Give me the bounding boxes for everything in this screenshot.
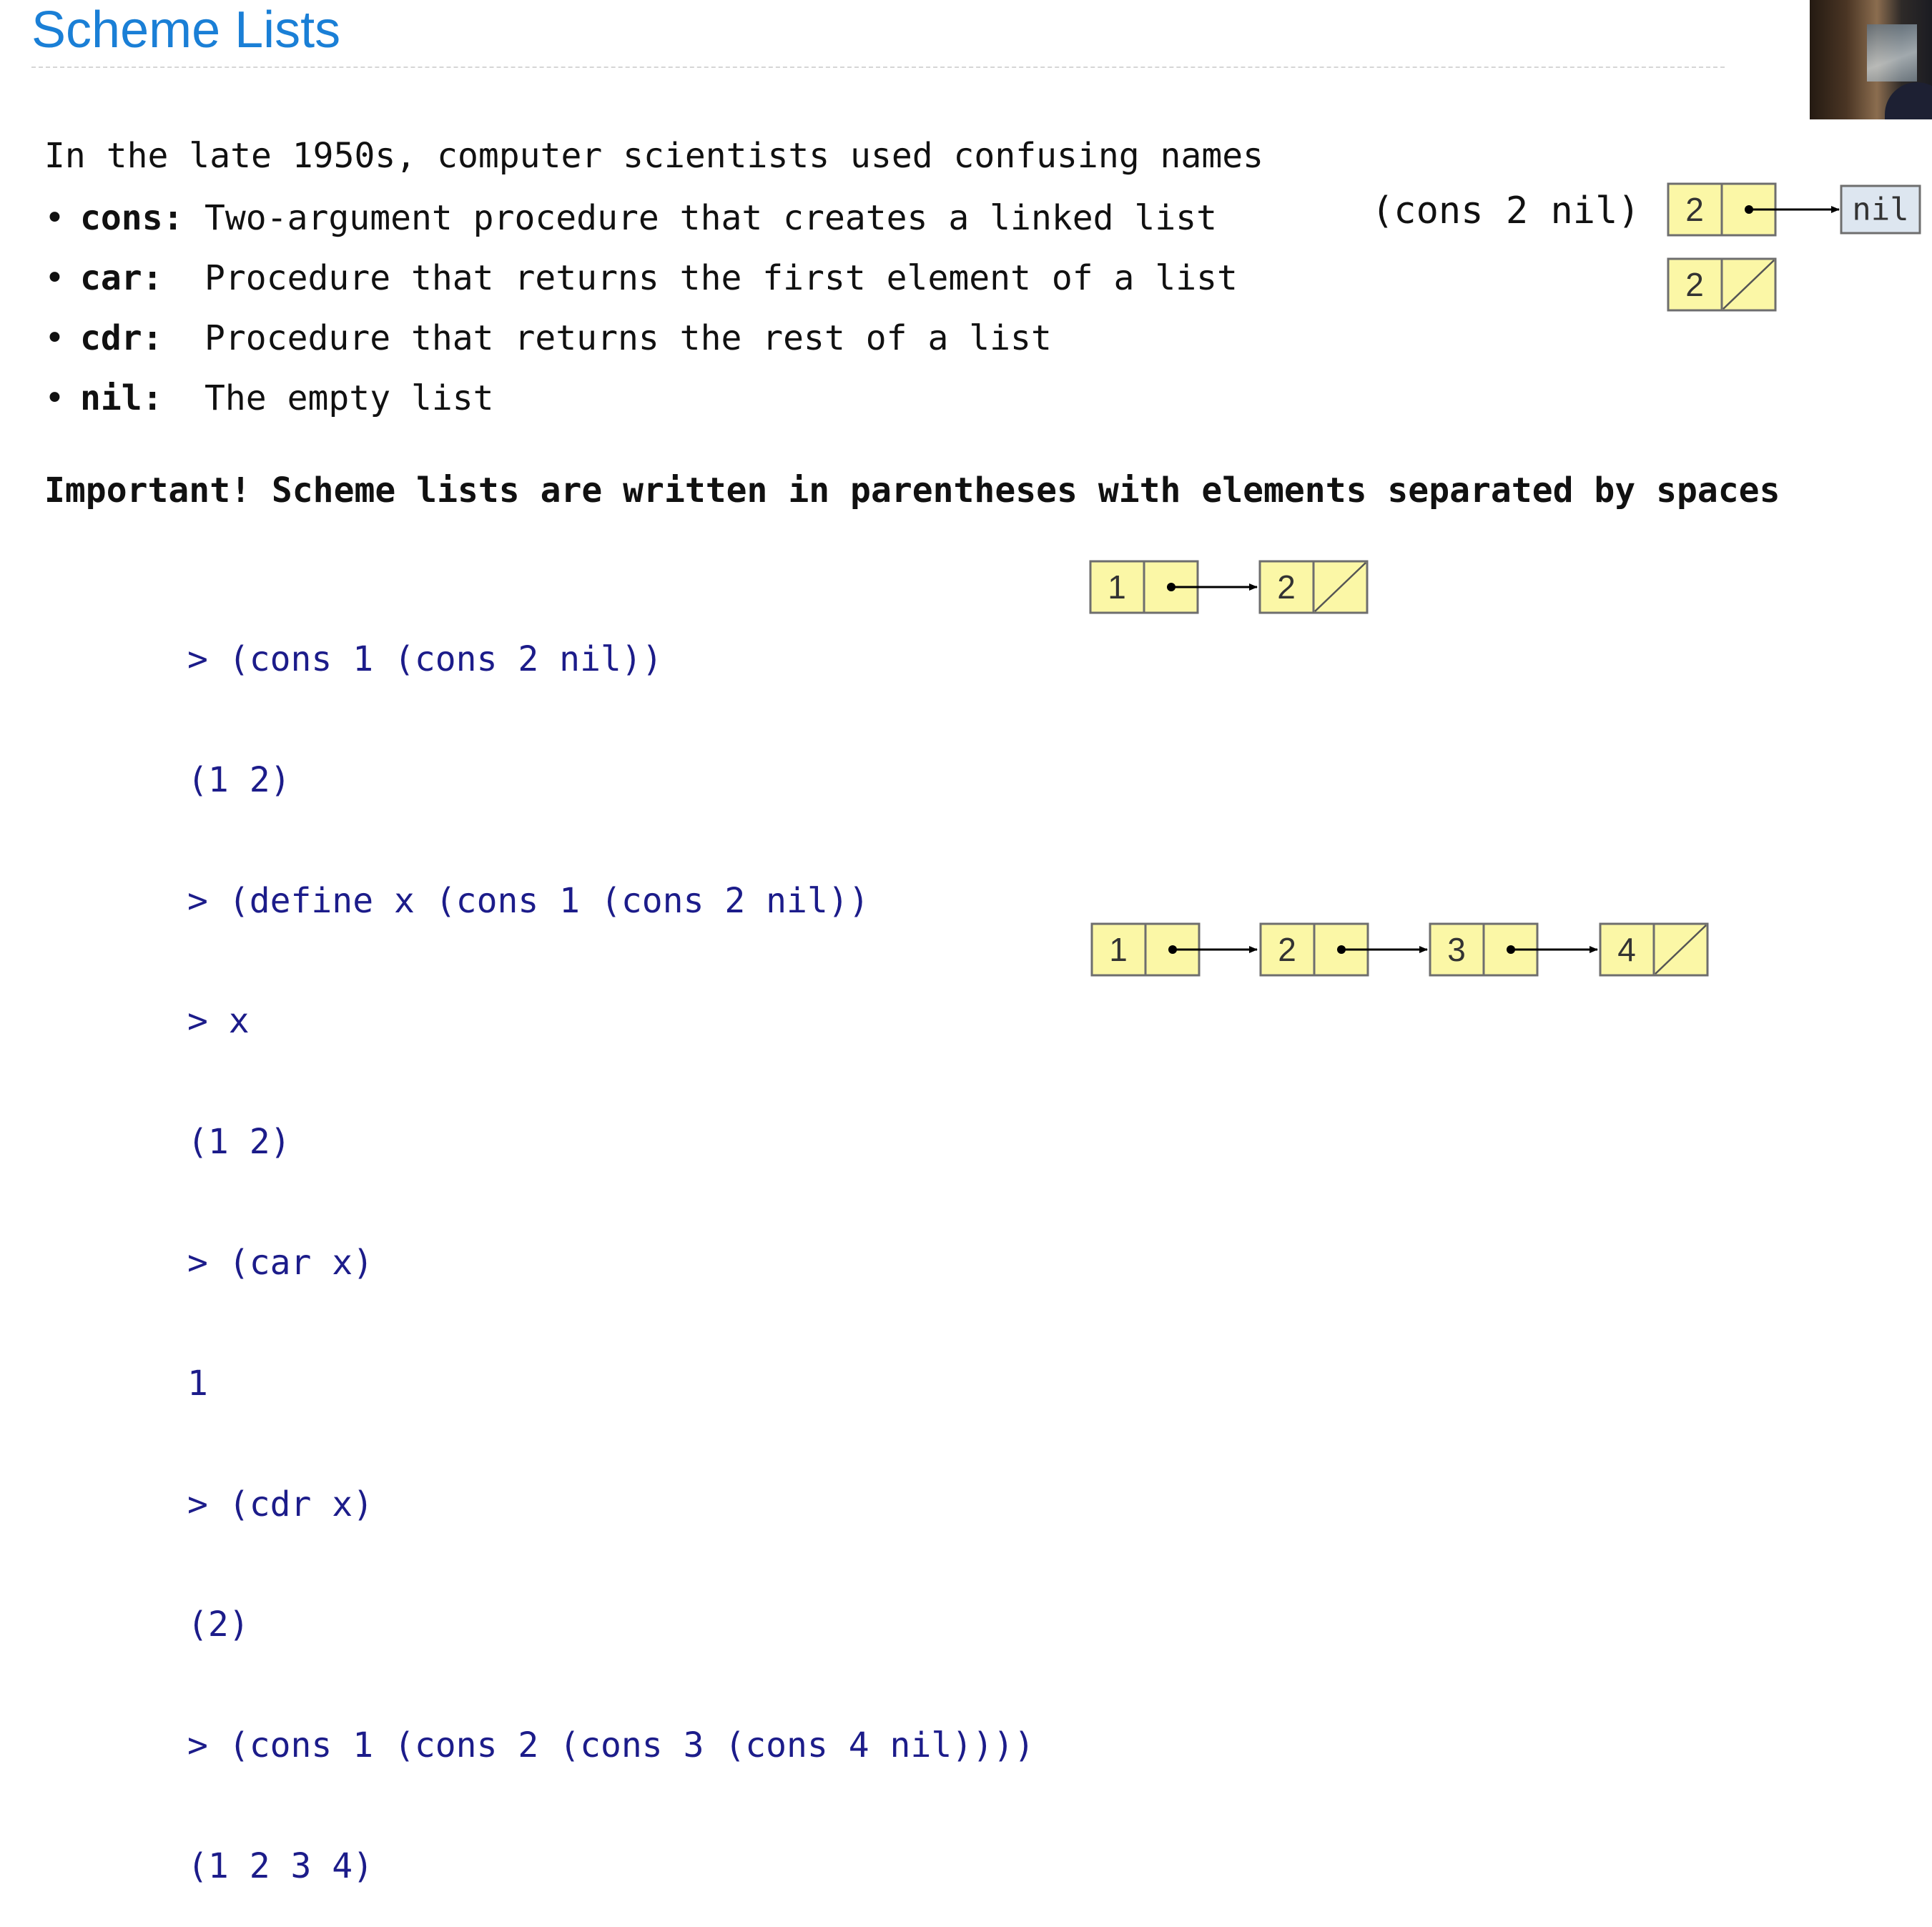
code-line: > (cdr x) <box>187 1484 374 1524</box>
pair-value: 2 <box>1685 191 1704 228</box>
code-line: > (cons 1 (cons 2 (cons 3 (cons 4 nil)))… <box>187 1725 1035 1766</box>
nil-label: nil <box>1852 192 1908 228</box>
pair-value: 2 <box>1278 931 1296 968</box>
list-1-2-diagram: 1 2 <box>1089 560 1369 614</box>
pair-value: 1 <box>1108 568 1126 606</box>
pair-value: 2 <box>1685 266 1704 303</box>
code-line: 1 <box>187 1363 208 1404</box>
cons-2-nil-diagram: 2 nil <box>1667 182 1921 237</box>
code-line: (2) <box>187 1605 250 1645</box>
code-line: (1 2 3 4) <box>187 1845 374 1886</box>
code-line: (1 2) <box>187 1122 291 1163</box>
pair-value: 2 <box>1277 568 1296 606</box>
list-1-2-3-4-diagram: 1 2 3 4 <box>1090 922 1709 977</box>
pair-value: 4 <box>1617 931 1636 968</box>
box-and-pointer-diagrams: 2 nil 2 1 2 1 2 3 4 <box>1089 182 1921 977</box>
pair-value: 3 <box>1447 931 1466 968</box>
code-line: > (car x) <box>187 1242 374 1283</box>
pair-value: 1 <box>1109 931 1128 968</box>
single-2-diagram: 2 <box>1667 257 1777 312</box>
